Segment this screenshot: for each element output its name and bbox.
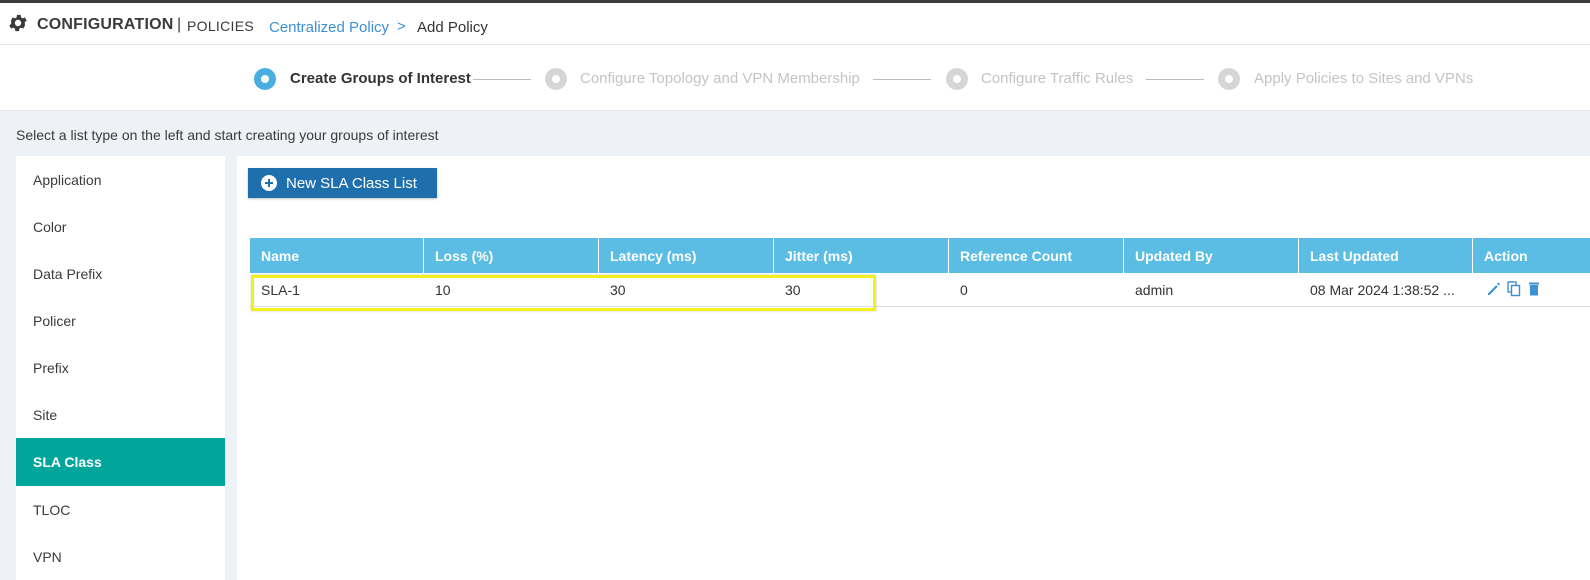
list-type-label: Prefix	[33, 360, 69, 376]
list-type-vpn[interactable]: VPN	[16, 533, 225, 580]
trash-icon[interactable]	[1526, 281, 1542, 297]
page-title: CONFIGURATION	[37, 16, 174, 33]
copy-icon[interactable]	[1506, 281, 1522, 297]
list-type-prefix[interactable]: Prefix	[16, 344, 225, 392]
title-separator: |	[177, 16, 182, 33]
new-button-label: New SLA Class List	[286, 174, 417, 192]
list-type-label: Color	[33, 219, 67, 235]
list-panel	[237, 156, 1590, 580]
list-type-label: VPN	[33, 549, 62, 565]
list-type-label: Site	[33, 407, 58, 423]
list-type-sla-class[interactable]: SLA Class	[16, 438, 225, 486]
step-2-dot-icon	[545, 68, 567, 90]
table-header: Name Loss (%) Latency (ms) Jitter (ms) R…	[250, 238, 1590, 273]
column-header-reference-count[interactable]: Reference Count	[949, 238, 1124, 273]
step-4-label: Apply Policies to Sites and VPNs	[1254, 70, 1474, 87]
instructions-text: Select a list type on the left and start…	[16, 127, 439, 143]
page-subtitle: POLICIES	[187, 18, 254, 34]
column-header-jitter[interactable]: Jitter (ms)	[774, 238, 949, 273]
list-type-label: Policer	[33, 313, 76, 329]
list-type-label: Data Prefix	[33, 266, 103, 282]
cell-latency: 30	[610, 282, 626, 298]
step-2-label: Configure Topology and VPN Membership	[580, 70, 860, 87]
list-type-label: TLOC	[33, 502, 71, 518]
column-header-updated-by[interactable]: Updated By	[1124, 238, 1299, 273]
page-header: CONFIGURATION | POLICIES Centralized Pol…	[0, 3, 1590, 45]
list-type-tloc[interactable]: TLOC	[16, 486, 225, 534]
step-connector	[473, 79, 531, 80]
step-connector	[1146, 79, 1204, 80]
list-type-color[interactable]: Color	[16, 203, 225, 251]
breadcrumb-current: Add Policy	[417, 19, 488, 36]
step-4-dot-icon	[1218, 68, 1240, 90]
list-type-policer[interactable]: Policer	[16, 297, 225, 345]
list-type-site[interactable]: Site	[16, 391, 225, 439]
step-1-label[interactable]: Create Groups of Interest	[290, 70, 471, 87]
step-connector	[873, 79, 931, 80]
breadcrumb-centralized-policy[interactable]: Centralized Policy	[269, 19, 389, 36]
breadcrumb-arrow: >	[397, 18, 406, 35]
cell-jitter: 30	[785, 282, 801, 298]
cell-last-updated: 08 Mar 2024 1:38:52 ...	[1310, 282, 1455, 298]
pencil-icon[interactable]	[1486, 281, 1502, 297]
column-header-action: Action	[1484, 247, 1528, 264]
list-type-label: SLA Class	[33, 454, 102, 470]
step-3-dot-icon	[946, 68, 968, 90]
row-actions	[1486, 281, 1546, 297]
table-row[interactable]: SLA-1 10 30 30 0 admin 08 Mar 2024 1:38:…	[250, 273, 1590, 307]
column-header-name[interactable]: Name	[250, 238, 424, 273]
gear-icon	[9, 14, 27, 32]
list-type-sidebar: Application Color Data Prefix Policer Pr…	[16, 156, 225, 580]
new-sla-class-list-button[interactable]: New SLA Class List	[248, 168, 437, 198]
list-type-application[interactable]: Application	[16, 156, 225, 204]
step-3-label: Configure Traffic Rules	[981, 70, 1134, 87]
step-1-dot-icon	[254, 68, 276, 90]
cell-reference-count: 0	[960, 282, 968, 298]
column-header-latency[interactable]: Latency (ms)	[599, 238, 774, 273]
cell-loss: 10	[435, 282, 451, 298]
plus-circle-icon	[261, 175, 277, 191]
column-header-last-updated[interactable]: Last Updated	[1299, 238, 1473, 273]
cell-name: SLA-1	[261, 282, 300, 298]
column-header-loss[interactable]: Loss (%)	[424, 238, 599, 273]
cell-updated-by: admin	[1135, 282, 1174, 298]
wizard-steps: Create Groups of Interest Configure Topo…	[0, 46, 1590, 111]
list-type-data-prefix[interactable]: Data Prefix	[16, 250, 225, 298]
list-type-label: Application	[33, 172, 102, 188]
